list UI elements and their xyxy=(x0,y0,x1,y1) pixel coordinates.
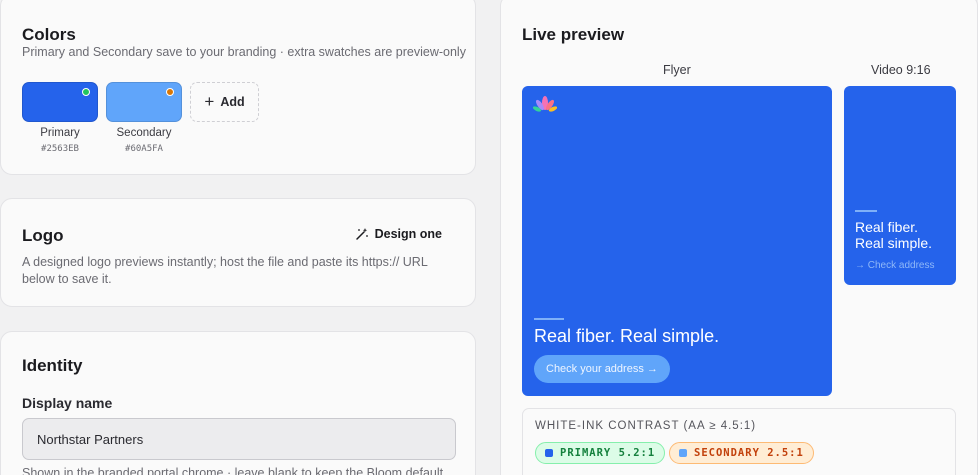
add-swatch-button[interactable]: + Add xyxy=(190,82,259,122)
live-preview-card: Live preview Flyer Video 9:16 Real fiber… xyxy=(500,0,978,475)
lotus-logo-icon xyxy=(533,96,557,112)
colors-card: Colors Primary and Secondary save to you… xyxy=(0,0,476,175)
secondary-contrast-badge: SECONDARY 2.5:1 xyxy=(669,442,814,464)
video-accent-rule xyxy=(855,210,877,212)
colors-title: Colors xyxy=(22,25,76,44)
primary-swatch-label: Primary xyxy=(40,127,80,139)
logo-card: Logo Design one A designed logo previews… xyxy=(0,198,476,307)
video-preview: Real fiber. Real simple. → Check address xyxy=(844,86,956,285)
primary-swatch[interactable] xyxy=(22,82,98,122)
status-dot-icon xyxy=(82,88,90,96)
video-cta: → Check address xyxy=(855,260,935,271)
secondary-swatch-hex: #60A5FA xyxy=(125,144,163,154)
flyer-label: Flyer xyxy=(663,63,691,77)
add-swatch-label: Add xyxy=(220,95,245,109)
identity-title: Identity xyxy=(22,356,83,375)
display-name-label: Display name xyxy=(22,395,113,411)
video-headline: Real fiber. Real simple. xyxy=(855,219,932,251)
contrast-panel: WHITE-INK CONTRAST (AA ≥ 4.5:1) PRIMARY … xyxy=(522,408,956,475)
magic-wand-icon xyxy=(355,228,368,240)
contrast-title: WHITE-INK CONTRAST (AA ≥ 4.5:1) xyxy=(535,420,757,432)
secondary-swatch-label: Secondary xyxy=(116,127,172,139)
secondary-swatch[interactable] xyxy=(106,82,182,122)
flyer-accent-rule xyxy=(534,318,564,320)
display-name-input[interactable] xyxy=(22,418,456,460)
primary-color-icon xyxy=(545,449,553,457)
design-logo-label: Design one xyxy=(374,227,442,241)
primary-contrast-text: PRIMARY 5.2:1 xyxy=(560,447,656,459)
preview-title: Live preview xyxy=(522,25,625,44)
logo-description: A designed logo previews instantly; host… xyxy=(22,255,428,286)
design-logo-button[interactable]: Design one xyxy=(355,227,442,241)
primary-swatch-hex: #2563EB xyxy=(41,144,79,154)
secondary-contrast-text: SECONDARY 2.5:1 xyxy=(694,447,804,459)
display-name-help: Shown in the branded portal chrome · lea… xyxy=(22,466,444,475)
flyer-headline: Real fiber. Real simple. xyxy=(534,326,720,346)
primary-contrast-badge: PRIMARY 5.2:1 xyxy=(535,442,666,464)
identity-card: Identity Display name Shown in the brand… xyxy=(0,331,476,475)
logo-title: Logo xyxy=(22,226,64,245)
status-dot-icon xyxy=(166,88,174,96)
video-headline-line2: Real simple. xyxy=(855,235,933,251)
video-headline-line1: Real fiber. xyxy=(855,219,919,235)
flyer-preview: Real fiber. Real simple. Check your addr… xyxy=(522,86,832,396)
plus-icon: + xyxy=(204,91,215,111)
video-label: Video 9:16 xyxy=(871,63,931,77)
secondary-color-icon xyxy=(679,449,687,457)
flyer-cta: Check your address → xyxy=(534,355,670,383)
colors-description: Primary and Secondary save to your brand… xyxy=(22,45,466,59)
